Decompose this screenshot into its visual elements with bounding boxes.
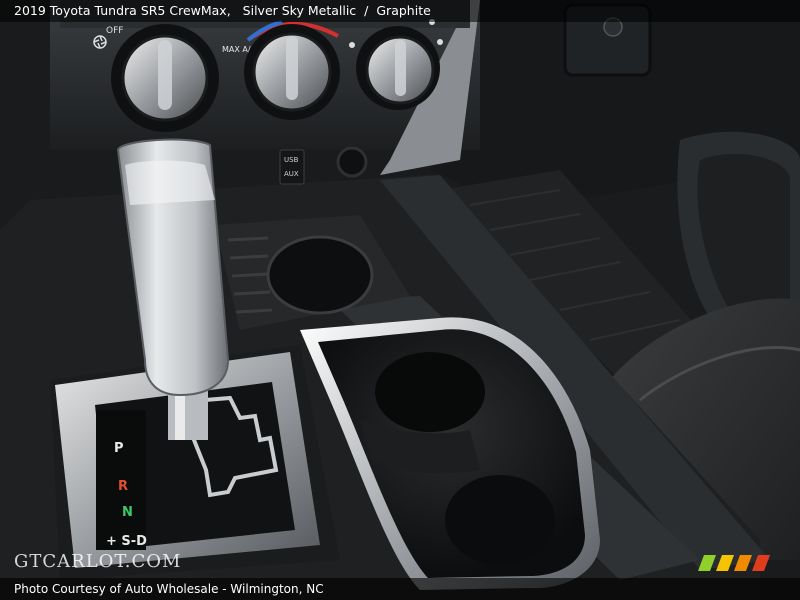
gear-n-label: N bbox=[122, 505, 133, 520]
site-logo bbox=[698, 555, 770, 571]
logo-stripe bbox=[716, 555, 734, 571]
watermark: GTCARLOT.COM bbox=[14, 551, 182, 572]
temperature-knob[interactable] bbox=[244, 24, 340, 120]
cup-holder-front bbox=[266, 235, 374, 315]
caption-separator: / bbox=[364, 3, 369, 18]
gear-p-label: P bbox=[114, 441, 124, 456]
vehicle-title: 2019 Toyota Tundra SR5 CrewMax, bbox=[14, 3, 231, 18]
interior-color: Graphite bbox=[376, 3, 431, 18]
logo-stripe bbox=[698, 555, 716, 571]
usb-label: USB bbox=[284, 156, 299, 164]
gear-r-label: R bbox=[118, 479, 128, 494]
vent-mode-knob[interactable] bbox=[356, 26, 440, 110]
exterior-color: Silver Sky Metallic bbox=[242, 3, 357, 18]
photo-caption: 2019 Toyota Tundra SR5 CrewMax, Silver S… bbox=[0, 0, 800, 22]
aux-label: AUX bbox=[284, 170, 299, 178]
fan-speed-knob[interactable] bbox=[111, 24, 219, 132]
interior-photo: OFF MAX A/C USB AUX P R N + S-D bbox=[0, 0, 800, 600]
logo-stripe bbox=[752, 555, 770, 571]
power-outlet bbox=[336, 146, 368, 178]
photo-credit: Photo Courtesy of Auto Wholesale - Wilmi… bbox=[0, 578, 800, 600]
fan-off-label: OFF bbox=[106, 26, 123, 36]
logo-stripe bbox=[734, 555, 752, 571]
photo-frame: OFF MAX A/C USB AUX P R N + S-D 2019 Toy… bbox=[0, 0, 800, 600]
gear-sd-label: + S-D bbox=[106, 534, 147, 549]
